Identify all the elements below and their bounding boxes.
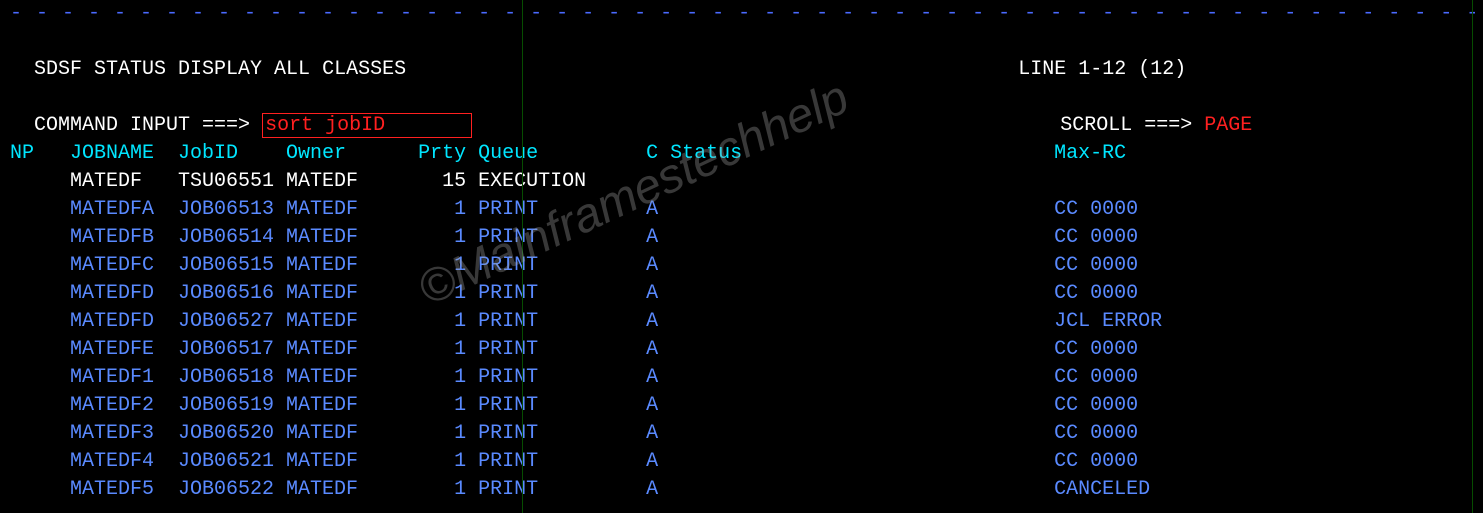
table-row[interactable]: MATEDFD JOB06527 MATEDF 1 PRINT A JCL ER… <box>10 308 1473 336</box>
table-row[interactable]: MATEDF TSU06551 MATEDF 15 EXECUTION <box>10 168 1473 196</box>
table-row[interactable]: MATEDFB JOB06514 MATEDF 1 PRINT A CC 000… <box>10 224 1473 252</box>
table-row[interactable]: MATEDF3 JOB06520 MATEDF 1 PRINT A CC 000… <box>10 420 1473 448</box>
command-input[interactable] <box>265 114 465 137</box>
table-row[interactable]: MATEDFA JOB06513 MATEDF 1 PRINT A CC 000… <box>10 196 1473 224</box>
scroll-label: SCROLL ===> <box>1060 114 1192 137</box>
table-row[interactable]: MATEDFC JOB06515 MATEDF 1 PRINT A CC 000… <box>10 252 1473 280</box>
command-label: COMMAND INPUT ===> <box>34 114 250 137</box>
table-row[interactable]: MATEDFD JOB06516 MATEDF 1 PRINT A CC 000… <box>10 280 1473 308</box>
table-row[interactable]: MATEDFE JOB06517 MATEDF 1 PRINT A CC 000… <box>10 336 1473 364</box>
table-row[interactable]: MATEDF5 JOB06522 MATEDF 1 PRINT A CANCEL… <box>10 476 1473 504</box>
table-row[interactable]: MATEDF2 JOB06519 MATEDF 1 PRINT A CC 000… <box>10 392 1473 420</box>
column-headers: NP JOBNAME JobID Owner Prty Queue C Stat… <box>10 140 1473 168</box>
spacer <box>406 58 1018 81</box>
page-title: SDSF STATUS DISPLAY ALL CLASSES <box>34 58 406 81</box>
title-row: SDSF STATUS DISPLAY ALL CLASSES LINE 1-1… <box>10 28 1473 84</box>
scroll-value[interactable]: PAGE <box>1204 114 1252 137</box>
divider-top: - - - - - - - - - - - - - - - - - - - - … <box>10 0 1473 28</box>
spacer <box>472 114 1060 137</box>
line-info: LINE 1-12 (12) <box>1018 58 1186 81</box>
table-row[interactable]: MATEDF1 JOB06518 MATEDF 1 PRINT A CC 000… <box>10 364 1473 392</box>
command-input-box[interactable] <box>262 113 472 138</box>
command-row: COMMAND INPUT ===> SCROLL ===> PAGE <box>10 84 1473 140</box>
table-row[interactable]: MATEDF4 JOB06521 MATEDF 1 PRINT A CC 000… <box>10 448 1473 476</box>
